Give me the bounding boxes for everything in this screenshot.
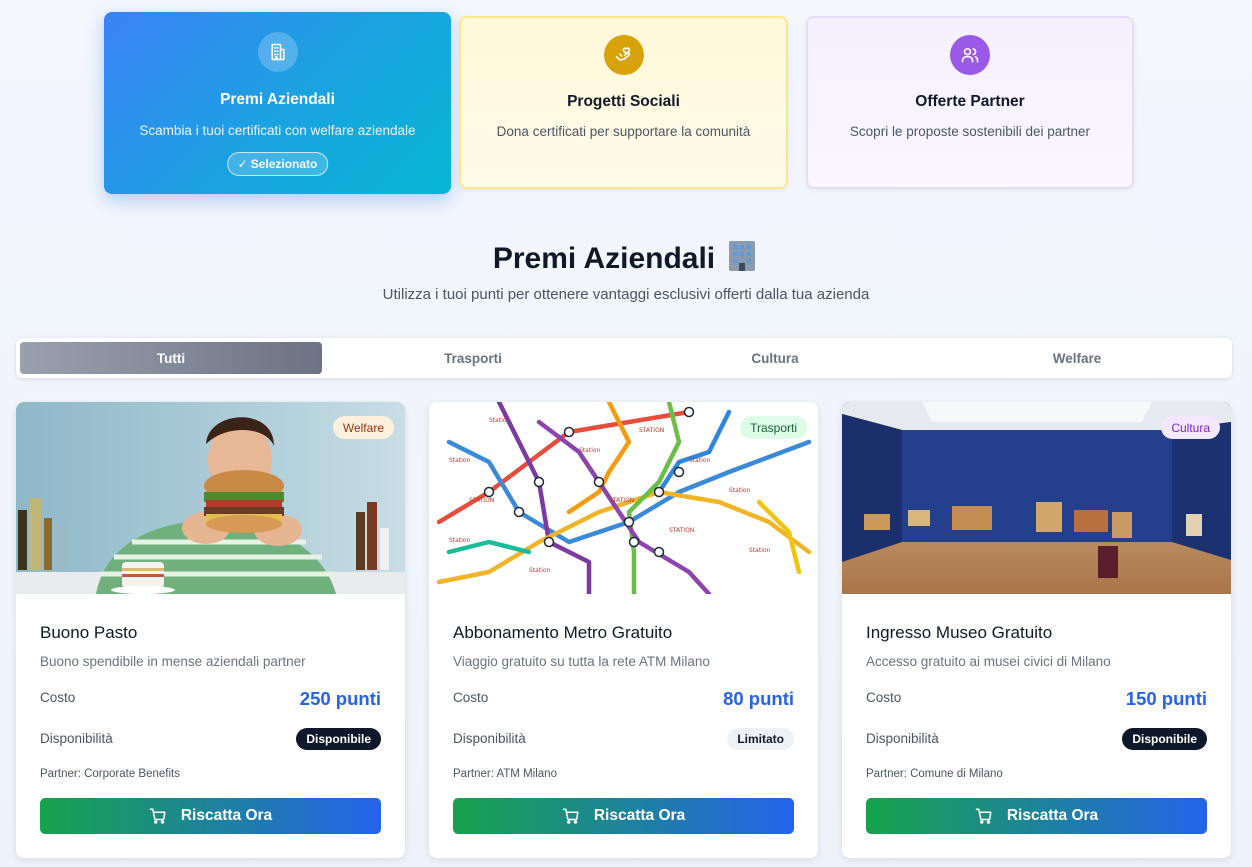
svg-text:STATION: STATION	[669, 527, 694, 534]
cost-value: 150 punti	[1125, 688, 1207, 709]
office-building-emoji-icon	[725, 238, 759, 280]
category-description: Dona certificati per supportare la comun…	[496, 124, 751, 139]
svg-text:Station: Station	[529, 567, 551, 574]
partner-text: Partner: Corporate Benefits	[40, 768, 180, 780]
tab-tutti[interactable]: Tutti	[20, 342, 322, 374]
category-badge: Cultura	[1161, 416, 1220, 439]
redeem-button[interactable]: Riscatta Ora	[40, 798, 381, 834]
svg-text:Station: Station	[449, 457, 471, 464]
heart-hand-icon	[603, 35, 644, 75]
selected-badge: ✓ Selezionato	[226, 152, 329, 176]
svg-text:STATION: STATION	[609, 497, 634, 504]
availability-label: Disponibilità	[453, 731, 526, 746]
cart-icon	[562, 808, 579, 824]
building-icon	[257, 32, 298, 72]
availability-badge: Limitato	[727, 728, 794, 750]
category-description: Scopri le proposte sostenibili dei partn…	[849, 124, 1091, 139]
users-icon	[950, 35, 990, 75]
cost-value: 80 punti	[723, 688, 794, 709]
svg-text:Station: Station	[449, 537, 471, 544]
category-title: Progetti Sociali	[567, 93, 680, 110]
cost-label: Costo	[40, 690, 76, 705]
cost-label: Costo	[453, 690, 489, 705]
cart-icon	[975, 808, 992, 824]
svg-text:Station: Station	[729, 487, 751, 494]
svg-text:Station: Station	[579, 447, 601, 454]
cost-value: 250 punti	[299, 688, 381, 709]
availability-label: Disponibilità	[40, 731, 113, 746]
reward-title: Ingresso Museo Gratuito	[866, 623, 1053, 642]
redeem-button[interactable]: Riscatta Ora	[453, 798, 794, 834]
category-card-progetti-sociali[interactable]: Progetti Sociali Dona certificati per su…	[459, 16, 788, 189]
check-icon: ✓	[237, 157, 248, 171]
category-title: Premi Aziendali	[220, 91, 335, 108]
availability-badge: Disponibile	[296, 728, 381, 750]
reward-card: Station STATION Station STATION Station Stat…	[429, 402, 818, 858]
reward-title: Buono Pasto	[40, 623, 138, 642]
reward-description: Viaggio gratuito su tutta la rete ATM Mi…	[453, 654, 710, 669]
tab-welfare[interactable]: Welfare	[926, 342, 1228, 374]
page-title: Premi Aziendali	[0, 238, 1252, 280]
reward-title: Abbonamento Metro Gratuito	[453, 623, 673, 642]
partner-text: Partner: ATM Milano	[453, 768, 557, 780]
category-badge: Trasporti	[740, 416, 807, 439]
reward-description: Buono spendibile in mense aziendali part…	[40, 654, 306, 669]
cost-label: Costo	[866, 690, 902, 705]
filter-tabs: Tutti Trasporti Cultura Welfare	[16, 338, 1232, 378]
reward-card: Welfare Buono Pasto Buono spendibile in …	[16, 402, 405, 858]
availability-label: Disponibilità	[866, 731, 939, 746]
reward-card: Cultura Ingresso Museo Gratuito Accesso …	[842, 402, 1231, 858]
category-badge: Welfare	[332, 416, 394, 439]
page-subtitle: Utilizza i tuoi punti per ottenere vanta…	[382, 286, 870, 303]
availability-badge: Disponibile	[1122, 728, 1207, 750]
category-title: Offerte Partner	[915, 93, 1025, 110]
redeem-button[interactable]: Riscatta Ora	[866, 798, 1207, 834]
partner-text: Partner: Comune di Milano	[866, 768, 1003, 780]
svg-text:Station: Station	[749, 547, 771, 554]
svg-text:STATION: STATION	[639, 427, 664, 434]
tab-trasporti[interactable]: Trasporti	[322, 342, 624, 374]
svg-text:Station: Station	[489, 417, 511, 424]
svg-text:Station: Station	[689, 457, 711, 464]
reward-description: Accesso gratuito ai musei civici di Mila…	[866, 654, 1111, 669]
category-description: Scambia i tuoi certificati con welfare a…	[139, 123, 416, 138]
cart-icon	[149, 808, 166, 824]
svg-text:STATION: STATION	[469, 497, 494, 504]
category-card-premi-aziendali[interactable]: Premi Aziendali Scambia i tuoi certifica…	[104, 12, 451, 194]
tab-cultura[interactable]: Cultura	[624, 342, 926, 374]
category-card-offerte-partner[interactable]: Offerte Partner Scopri le proposte soste…	[806, 16, 1134, 189]
